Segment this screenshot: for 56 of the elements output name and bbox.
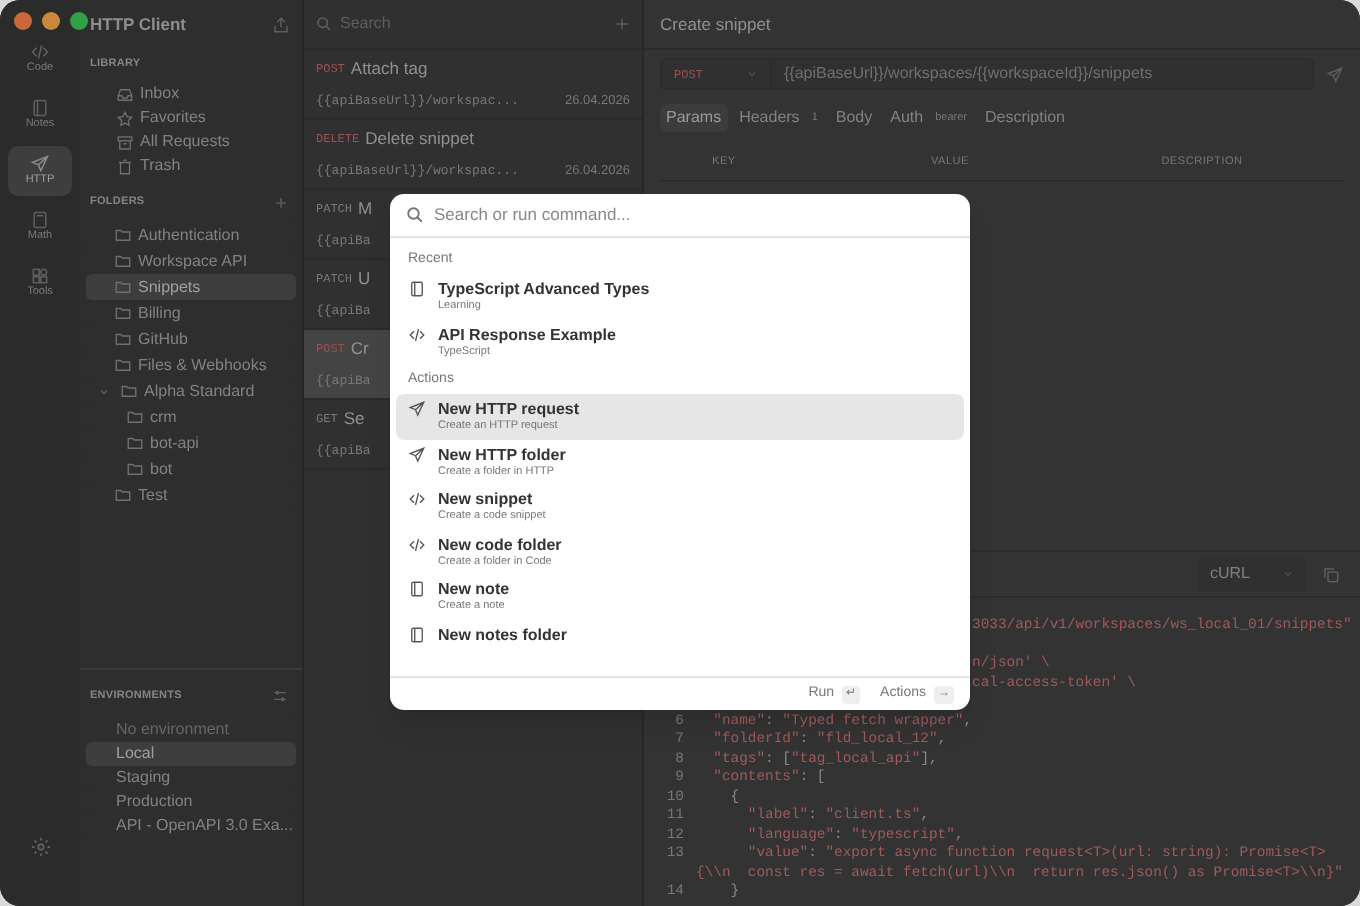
inbox-icon xyxy=(116,85,134,103)
folder-item[interactable]: Snippets xyxy=(86,274,296,300)
command-title: New code folder xyxy=(438,535,562,555)
send-icon[interactable] xyxy=(1326,65,1344,83)
library-item[interactable]: All Requests xyxy=(116,130,302,154)
paper-plane-icon xyxy=(30,154,50,175)
calculator-icon xyxy=(30,210,50,231)
library-item[interactable]: Favorites xyxy=(116,106,302,130)
grid-icon xyxy=(30,266,50,287)
command-title: New notes folder xyxy=(438,625,567,645)
notebook-icon xyxy=(30,98,50,119)
plus-icon[interactable] xyxy=(274,195,288,209)
request-name: Delete snippet xyxy=(365,126,474,152)
plus-icon[interactable] xyxy=(614,16,630,32)
request-name: Cr xyxy=(350,336,369,362)
code-icon xyxy=(30,42,50,63)
environment-item[interactable]: Local xyxy=(86,742,296,766)
copy-icon[interactable] xyxy=(1322,565,1340,583)
command-title: TypeScript Advanced Types xyxy=(438,280,650,300)
share-icon[interactable] xyxy=(272,16,290,34)
paper-plane-icon xyxy=(408,400,426,418)
code-icon xyxy=(408,325,426,343)
trash-can-icon xyxy=(116,157,134,175)
code-icon xyxy=(408,490,426,508)
notebook-icon xyxy=(408,580,426,598)
request-tab[interactable]: Params xyxy=(660,104,728,132)
request-name: U xyxy=(358,266,371,292)
notebook-icon xyxy=(408,625,426,643)
code-icon xyxy=(408,535,426,553)
paper-plane-icon xyxy=(408,445,426,463)
archive-box-icon xyxy=(116,133,134,151)
command-title: New HTTP request xyxy=(438,400,580,420)
chevron-icon xyxy=(1282,568,1294,580)
command-title: New snippet xyxy=(438,490,535,510)
library-item[interactable]: Inbox xyxy=(116,82,302,106)
notebook-icon xyxy=(408,280,426,298)
filter-sliders-icon[interactable] xyxy=(272,688,288,704)
command-title: API Response Example xyxy=(438,325,616,345)
request-name: Attach tag xyxy=(350,56,428,82)
star-icon xyxy=(116,109,134,127)
zoom-window-button[interactable] xyxy=(70,12,88,30)
close-window-button[interactable] xyxy=(14,12,32,30)
minimize-window-button[interactable] xyxy=(42,12,60,30)
command-title: New note xyxy=(438,580,510,600)
request-name: M xyxy=(358,196,373,222)
sidebar-title: HTTP Client xyxy=(90,12,187,38)
language-select[interactable]: cURL xyxy=(1197,556,1306,592)
request-name: Se xyxy=(343,406,365,432)
command-search-field[interactable]: Search or run command... xyxy=(434,202,954,228)
request-title: Create snippet xyxy=(660,11,771,37)
settings-icon[interactable] xyxy=(30,836,52,858)
search-icon xyxy=(316,16,332,32)
library-item[interactable]: Trash xyxy=(116,154,302,178)
chevron-icon[interactable] xyxy=(98,385,110,397)
search-icon xyxy=(406,206,424,224)
command-title: New HTTP folder xyxy=(438,445,566,465)
